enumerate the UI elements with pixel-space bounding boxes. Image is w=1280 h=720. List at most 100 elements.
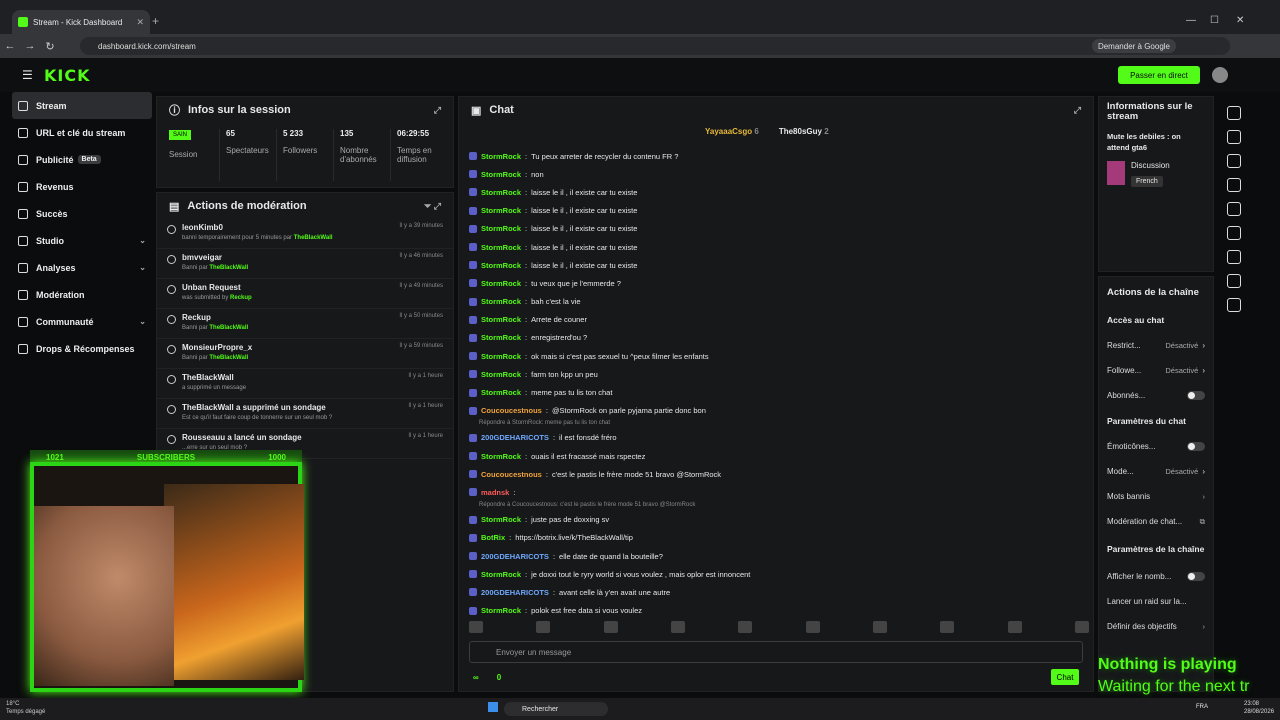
emote[interactable] — [940, 621, 955, 633]
reload-icon[interactable]: ↻ — [40, 40, 60, 53]
chat-username[interactable]: Coucoucestnous — [481, 406, 542, 415]
followers-row[interactable]: Followe... Désactivé › — [1099, 358, 1213, 383]
emote[interactable] — [536, 621, 551, 633]
chat-message[interactable]: StormRock: laisse le il , il existe car t… — [469, 202, 1089, 220]
emote[interactable] — [1074, 621, 1089, 633]
chat-message[interactable]: StormRock: farm ton kpp un peu — [469, 365, 1089, 383]
subs-row[interactable]: Abonnés... — [1099, 383, 1213, 408]
maximize-icon[interactable]: ☐ — [1210, 15, 1219, 26]
chat-message[interactable]: Coucoucestnous: c'est le pastis le frère … — [469, 465, 1089, 483]
chat-username[interactable]: StormRock — [481, 388, 521, 397]
moderation-row[interactable]: leonKimb0 banni temporairement pour 5 min… — [157, 219, 453, 249]
moderation-row[interactable]: TheBlackWall a supprimé un sondage Est ce… — [157, 399, 453, 429]
sidebar-item-revenue[interactable]: Revenus — [12, 173, 152, 200]
chat-message[interactable]: StormRock: meme pas tu lis ton chat — [469, 383, 1089, 401]
raid-row[interactable]: Lancer un raid sur la... — [1099, 589, 1213, 614]
kick-logo[interactable]: KICK — [44, 66, 91, 85]
chat-username[interactable]: StormRock — [481, 452, 521, 461]
layers-icon[interactable] — [1227, 274, 1241, 288]
mode-row[interactable]: Mode... Désactivé › — [1099, 459, 1213, 484]
chat-username[interactable]: StormRock — [481, 224, 521, 233]
chat-icon[interactable] — [1227, 226, 1241, 240]
info-icon[interactable] — [1227, 106, 1241, 120]
chat-message[interactable]: StormRock: laisse le il , il existe car t… — [469, 238, 1089, 256]
chat-username[interactable]: StormRock — [481, 243, 521, 252]
close-window-icon[interactable]: ✕ — [1236, 15, 1244, 26]
forward-icon[interactable]: → — [20, 40, 40, 52]
taskbar-search[interactable]: Rechercher — [504, 702, 608, 716]
chat-username[interactable]: StormRock — [481, 206, 521, 215]
show-count-row[interactable]: Afficher le nomb... — [1099, 564, 1213, 589]
windows-start-icon[interactable] — [488, 702, 498, 712]
chat-username[interactable]: StormRock — [481, 370, 521, 379]
chat-username[interactable]: madnsk — [481, 488, 509, 497]
moderation-row[interactable]: Unban Request was submitted by Reckup Il y… — [157, 279, 453, 309]
chat-message[interactable]: StormRock: enregistrerd'ou ? — [469, 329, 1089, 347]
show-count-toggle[interactable] — [1187, 572, 1205, 581]
chat-username[interactable]: Coucoucestnous — [481, 470, 542, 479]
chat-message[interactable]: StormRock: Tu peux arreter de recycler du… — [469, 147, 1089, 165]
top-chatter[interactable]: YayaaaCsgo 6 — [705, 127, 759, 136]
sidebar-item-community[interactable]: Communauté ⌄ — [12, 308, 152, 335]
avatar[interactable] — [1212, 67, 1228, 83]
send-chat-button[interactable]: Chat — [1051, 669, 1079, 685]
bolt-icon[interactable] — [1227, 178, 1241, 192]
wrench-icon[interactable] — [1227, 298, 1241, 312]
chat-message[interactable]: 200GDEHARICOTS: avant celle là y'en avait… — [469, 583, 1089, 601]
browser-tab[interactable]: Stream - Kick Dashboard ✕ — [12, 10, 150, 34]
banned-words-row[interactable]: Mots bannis › — [1099, 484, 1213, 509]
chat-message[interactable]: StormRock: ouais il est fracassé mais rsp… — [469, 447, 1089, 465]
chat-message[interactable]: BotRix: https://botrix.live/k/TheBlackWal… — [469, 529, 1089, 547]
sidebar-item-drops[interactable]: Drops & Récompenses — [12, 335, 152, 362]
emote[interactable] — [805, 621, 820, 633]
chat-username[interactable]: StormRock — [481, 515, 521, 524]
expand-icon[interactable]: ⤢ — [434, 105, 441, 116]
chat-username[interactable]: StormRock — [481, 297, 521, 306]
moderation-row[interactable]: Reckup Banni par TheBlackWall Il y a 50 mi… — [157, 309, 453, 339]
restrict-row[interactable]: Restrict... Désactivé › — [1099, 333, 1213, 358]
menu-icon[interactable]: ☰ — [22, 68, 33, 82]
chat-username[interactable]: StormRock — [481, 570, 521, 579]
chat-message[interactable]: StormRock: non — [469, 165, 1089, 183]
chat-message[interactable]: StormRock: polok est free data si vous vo… — [469, 602, 1089, 620]
chat-message[interactable]: StormRock: tu veux que je l'emmerde ? — [469, 274, 1089, 292]
chat-username[interactable]: StormRock — [481, 152, 521, 161]
top-chatter[interactable]: The80sGuy 2 — [779, 127, 829, 136]
filter-icon[interactable]: ⏷ ⤢ — [424, 201, 441, 212]
moderation-row[interactable]: MonsieurPropre_x Banni par TheBlackWall Il… — [157, 339, 453, 369]
go-live-button[interactable]: Passer en direct — [1118, 66, 1200, 84]
sidebar-item-ads[interactable]: Publicité Beta — [12, 146, 152, 173]
chat-message[interactable]: StormRock: juste pas de doxxing sv — [469, 511, 1089, 529]
close-tab-icon[interactable]: ✕ — [136, 17, 144, 28]
chat-username[interactable]: 200GDEHARICOTS — [481, 588, 549, 597]
kicks-counter[interactable]: 0 — [497, 673, 501, 682]
chat-message[interactable]: StormRock: Arrete de couner — [469, 311, 1089, 329]
points-counter[interactable]: ∞ — [473, 673, 479, 682]
chat-username[interactable]: StormRock — [481, 279, 521, 288]
weather-widget[interactable]: 18°C Temps dégagé — [6, 700, 45, 716]
sidebar-item-url-key[interactable]: URL et clé du stream — [12, 119, 152, 146]
chat-username[interactable]: StormRock — [481, 315, 521, 324]
chat-message[interactable]: StormRock: laisse le il , il existe car t… — [469, 256, 1089, 274]
language-indicator[interactable]: FRA — [1196, 704, 1208, 710]
chat-username[interactable]: 200GDEHARICOTS — [481, 433, 549, 442]
emotes-toggle[interactable] — [1187, 442, 1205, 451]
chat-message[interactable]: StormRock: bah c'est la vie — [469, 293, 1089, 311]
chat-message[interactable]: Coucoucestnous: @StormRock on parle pyjam… — [469, 402, 1089, 420]
ask-google-button[interactable]: Demander à Google — [1091, 39, 1176, 53]
chat-username[interactable]: StormRock — [481, 333, 521, 342]
subs-toggle[interactable] — [1187, 391, 1205, 400]
chat-username[interactable]: StormRock — [481, 188, 521, 197]
emote[interactable] — [670, 621, 685, 633]
category-name[interactable]: Discussion — [1131, 161, 1170, 170]
chat-username[interactable]: StormRock — [481, 606, 521, 615]
chat-input[interactable]: Envoyer un message — [469, 641, 1083, 663]
taskbar-clock[interactable]: 23:08 28/08/2026 — [1244, 700, 1274, 716]
video-icon[interactable] — [1227, 154, 1241, 168]
chat-username[interactable]: StormRock — [481, 170, 521, 179]
emote[interactable] — [603, 621, 618, 633]
moderation-row[interactable]: bmvveigar Banni par TheBlackWall Il y a 46… — [157, 249, 453, 279]
chat-message[interactable]: StormRock: ok mais si c'est pas sexuel tu… — [469, 347, 1089, 365]
sidebar-item-stream[interactable]: Stream — [12, 92, 152, 119]
chat-message[interactable]: StormRock: je doxxi tout le ryry world si… — [469, 565, 1089, 583]
